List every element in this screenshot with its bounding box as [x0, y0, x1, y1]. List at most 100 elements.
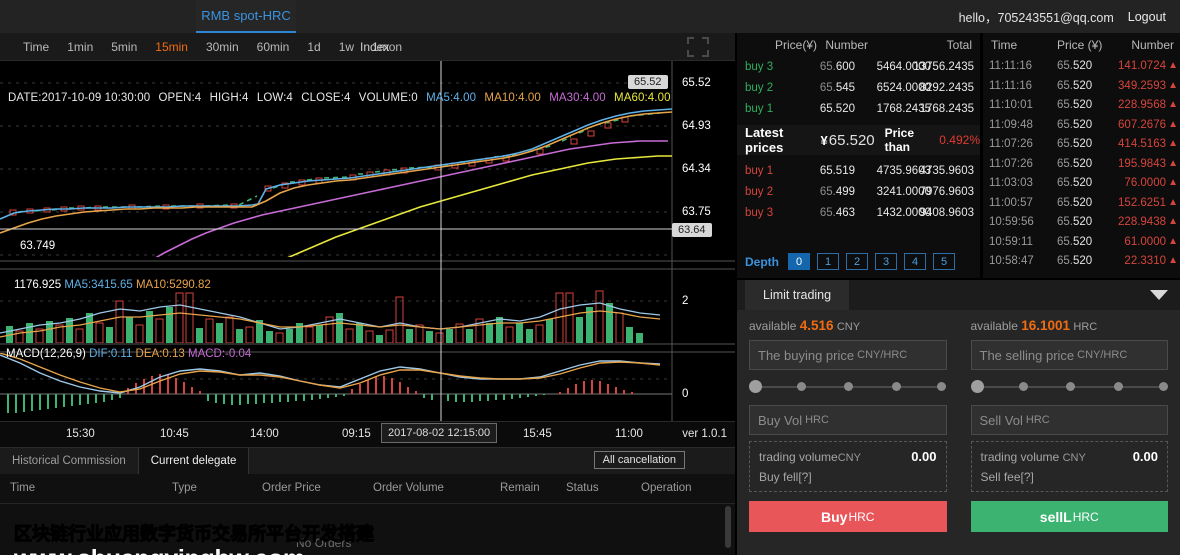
- orders-table-header: Time Type Order Price Order Volume Remai…: [0, 474, 735, 504]
- ask-row[interactable]: buy 1 65.520 1768.2435 1768.2435: [737, 99, 980, 120]
- ask-total: 13756.2435: [913, 61, 974, 73]
- depth-selector: Depth 0 1 2 3 4 5: [745, 253, 955, 270]
- logout-button[interactable]: Logout: [1128, 10, 1166, 24]
- chevron-down-icon[interactable]: [1150, 290, 1168, 300]
- bid-row[interactable]: buy 2 65.499 3241.0000 7976.9603: [737, 182, 980, 203]
- ask-price: 65.520: [819, 103, 855, 115]
- buy-slider-step-25[interactable]: [797, 382, 806, 391]
- depth-option-5[interactable]: 5: [933, 253, 955, 270]
- orders-col-operation: Operation: [641, 482, 692, 494]
- buy-summary-amount: 0.00: [911, 449, 937, 464]
- bid-total: 4735.9603: [919, 165, 974, 177]
- buy-slider-step-75[interactable]: [892, 382, 901, 391]
- orders-scrollbar[interactable]: [725, 506, 731, 548]
- sell-slider-step-25[interactable]: [1018, 382, 1028, 391]
- depth-option-0[interactable]: 0: [788, 253, 810, 270]
- macd-axis-tick: 0: [682, 388, 689, 400]
- ohlc-ma30: MA30:4.00: [549, 92, 606, 104]
- tab-historical-commission[interactable]: Historical Commission: [0, 448, 139, 474]
- trade-row: 10:59:11 65.520 61.0000 ▲: [983, 233, 1180, 253]
- trade-history-rows: 11:11:16 65.520 141.0724 ▲ 11:11:16 65.520 349…: [983, 57, 1180, 272]
- depth-option-2[interactable]: 2: [846, 253, 868, 270]
- ask-row[interactable]: buy 3 65.600 5464.0000 13756.2435: [737, 57, 980, 78]
- orders-empty-text: No Orders: [296, 536, 352, 550]
- time-tick-4: 15:45: [523, 428, 552, 440]
- bid-label: buy 2: [745, 186, 774, 198]
- trade-number: 228.9438: [1118, 216, 1166, 228]
- buy-slider-step-100[interactable]: [937, 382, 946, 391]
- index-button[interactable]: Index: [360, 40, 389, 54]
- trade-direction-icon: ▲: [1168, 235, 1178, 247]
- interval-15min[interactable]: 15min: [154, 36, 189, 63]
- ask-total: 1768.2435: [919, 103, 974, 115]
- buy-button-label: Buy: [821, 508, 848, 525]
- sell-slider-step-75[interactable]: [1113, 382, 1123, 391]
- time-axis: 15:30 10:45 14:00 09:15 2017-08-02 12:15…: [0, 421, 735, 448]
- interval-60min[interactable]: 60min: [256, 36, 291, 58]
- trade-form: Limit trading available 4.516 CNY The bu…: [737, 280, 1180, 555]
- trade-time: 11:11:16: [989, 79, 1033, 92]
- fullscreen-corner-tr: [702, 37, 709, 44]
- tab-limit-trading[interactable]: Limit trading: [745, 280, 850, 310]
- sell-button[interactable]: sellL HRC: [970, 501, 1168, 532]
- ohlc-open: OPEN:4: [158, 92, 202, 104]
- ohlc-date: DATE:2017-10-09 10:30:00: [8, 92, 151, 104]
- sell-slider-handle[interactable]: [970, 380, 984, 393]
- sell-volume-input[interactable]: Sell Vol HRC: [970, 405, 1168, 435]
- bid-row[interactable]: buy 3 65.463 1432.0000 9408.9603: [737, 203, 980, 224]
- buy-volume-unit: HRC: [805, 414, 829, 426]
- buy-fee-label: Buy fell[?]: [759, 470, 812, 484]
- trade-price: 65.520: [1057, 196, 1093, 209]
- time-tick-5: 11:00: [615, 428, 643, 440]
- depth-option-4[interactable]: 4: [904, 253, 926, 270]
- depth-option-3[interactable]: 3: [875, 253, 897, 270]
- fullscreen-corner-tl: [687, 37, 694, 44]
- fullscreen-icon[interactable]: [687, 37, 709, 57]
- buy-button[interactable]: Buy HRC: [749, 501, 947, 532]
- tab-historical-commission-label: Historical Commission: [12, 455, 126, 467]
- interval-30min[interactable]: 30min: [205, 36, 240, 58]
- trade-direction-icon: ▲: [1168, 177, 1178, 188]
- orders-col-volume: Order Volume: [373, 482, 444, 494]
- ask-label: buy 2: [745, 82, 774, 94]
- buy-summary-label: trading volume: [759, 450, 838, 464]
- buy-price-input[interactable]: The buying price CNY/HRC: [749, 340, 947, 370]
- interval-5min[interactable]: 5min: [110, 36, 138, 58]
- sell-slider-step-100[interactable]: [1158, 382, 1168, 391]
- sell-amount-slider[interactable]: [970, 376, 1169, 398]
- buy-summary-left: trading volumeCNY: [759, 450, 861, 464]
- buy-summary: trading volumeCNY 0.00 Buy fell[?]: [749, 441, 947, 492]
- sell-slider-step-50[interactable]: [1065, 382, 1075, 391]
- tab-current-delegate[interactable]: Current delegate: [138, 448, 250, 474]
- bid-row[interactable]: buy 1 65.519 4735.9603 4735.9603: [737, 161, 980, 182]
- buy-slider-handle[interactable]: [749, 380, 762, 393]
- trade-price: 65.520: [1057, 60, 1093, 72]
- cancel-all-button[interactable]: All cancellation: [593, 451, 685, 469]
- sell-price-input[interactable]: The selling price CNY/HRC: [970, 340, 1168, 370]
- trading-app: RMB spot-HRC hello，705243551@qq.com Logo…: [0, 0, 1180, 555]
- volume-value: 1176.925: [14, 279, 62, 291]
- interval-1min[interactable]: 1min: [66, 36, 94, 58]
- sell-available-label: available: [970, 319, 1018, 333]
- ohlc-ma60: MA60:4.00: [614, 92, 671, 104]
- bid-label: buy 3: [745, 207, 774, 219]
- book-col-total: Total: [946, 38, 972, 52]
- chart-column: Time 1min 5min 15min 30min 60min 1d 1w 1…: [0, 33, 735, 555]
- buy-amount-slider[interactable]: [749, 376, 947, 398]
- trade-time: 11:11:16: [989, 60, 1033, 72]
- orders-col-price: Order Price: [262, 482, 321, 494]
- sell-price-unit: CNY/HRC: [1077, 349, 1128, 361]
- interval-1d[interactable]: 1d: [306, 36, 321, 58]
- bid-total: 9408.9603: [919, 207, 974, 219]
- orders-col-time: Time: [10, 482, 36, 494]
- buy-slider-step-50[interactable]: [844, 382, 853, 391]
- ask-row[interactable]: buy 2 65.545 6524.0000 8292.2435: [737, 78, 980, 99]
- trade-number: 228.9568: [1118, 99, 1166, 111]
- interval-1w[interactable]: 1w: [338, 36, 355, 58]
- price-chart[interactable]: DATE:2017-10-09 10:30:00 OPEN:4 HIGH:4 L…: [0, 61, 735, 421]
- buy-volume-input[interactable]: Buy Vol HRC: [749, 405, 947, 435]
- interval-time[interactable]: Time: [22, 36, 50, 58]
- depth-option-1[interactable]: 1: [817, 253, 839, 270]
- pair-tab-rmb-spot-hrc[interactable]: RMB spot-HRC: [196, 0, 296, 33]
- orders-table-body: [0, 504, 735, 555]
